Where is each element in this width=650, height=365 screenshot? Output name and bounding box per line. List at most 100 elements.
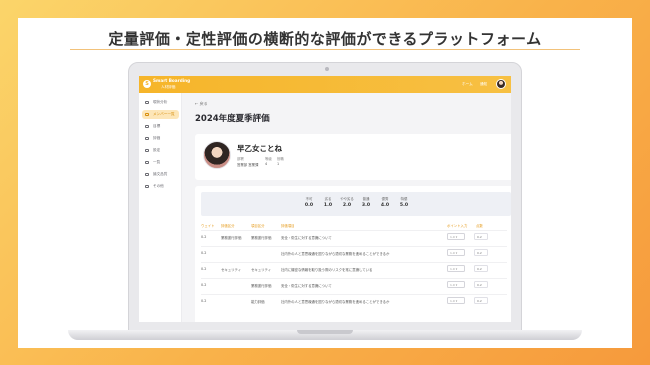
cell-item: 社内外の人と意思疎通を図りながら適切な業務を進めることができるか <box>281 300 390 304</box>
select-value: 1.0 <box>450 235 455 239</box>
table-row: 0.2 セキュリティ セキュリティ 社内に機密な情報を取り扱う際のリスクを常に意… <box>201 262 507 275</box>
scale-item: 不可 0.0 <box>300 196 318 208</box>
select-value: 1.0 <box>450 283 455 287</box>
table-row: 0.2 社内外の人と意思疎通を図りながら適切な業務を進めることができるか 1.0… <box>201 246 507 259</box>
scale-value: 3.0 <box>361 203 371 208</box>
evaluation-card: 不可 0.0 劣る 1.0 やや劣る 2.0 普通 3.0 優秀 4.0 特優 5.0 ウェ… <box>195 186 511 322</box>
table-row: 0.2 能力評価 社内外の人と意思疎通を図りながら適切な業務を進めることができる… <box>201 294 507 307</box>
meta-value-grade: 4 <box>265 162 268 166</box>
column-header-weight: ウェイト <box>201 224 215 228</box>
cell-item: 安全・衛生に対する意識について <box>281 284 332 288</box>
headline: 定量評価・定性評価の横断的な評価ができるプラットフォーム <box>108 30 542 48</box>
score-value: 0.2 <box>477 299 482 303</box>
cell-subcategory: セキュリティ <box>251 268 272 272</box>
point-select[interactable]: 1.0 ▾ <box>447 265 465 272</box>
scale-item: 優秀 4.0 <box>376 196 394 208</box>
sidebar-item-quality[interactable]: 論文品質 <box>142 170 179 179</box>
scale-label: やや劣る <box>340 197 354 201</box>
cell-category: 業務遂行評価 <box>221 236 242 240</box>
scale-label: 優秀 <box>381 197 389 201</box>
table-row: 0.2 業務遂行評価 安全・衛生に対する意識について 1.0 ▾ 0.2 <box>201 278 507 291</box>
page-title: 2024年度夏季評価 <box>195 114 270 124</box>
rating-scale: 不可 0.0 劣る 1.0 やや劣る 2.0 普通 3.0 優秀 4.0 特優 5.0 <box>201 192 511 216</box>
laptop-notch <box>297 330 353 334</box>
sidebar-item-goals[interactable]: 目標 <box>142 122 179 131</box>
app-header: S Smart Boarding 人材評価 ホーム 通知 <box>139 76 511 93</box>
column-header-point-input: ポイント入力 <box>447 224 468 228</box>
cell-weight: 0.2 <box>201 251 207 255</box>
clipboard-icon <box>145 137 149 140</box>
cell-subcategory: 業務遂行評価 <box>251 284 272 288</box>
chart-icon <box>145 101 149 104</box>
document-icon <box>145 173 149 176</box>
score-field: 0.2 <box>474 297 488 304</box>
sidebar-item-label: 設定 <box>153 148 161 152</box>
scale-value: 5.0 <box>399 203 409 208</box>
select-value: 1.0 <box>450 267 455 271</box>
sidebar-item-label: 目標 <box>153 124 161 128</box>
scale-value: 1.0 <box>323 203 333 208</box>
brand-subtitle: 人材評価 <box>161 85 176 89</box>
scale-item: 特優 5.0 <box>395 196 413 208</box>
point-select[interactable]: 1.0 ▾ <box>447 249 465 256</box>
sidebar-item-list[interactable]: 一覧 <box>142 158 179 167</box>
scale-item: やや劣る 2.0 <box>338 196 356 208</box>
app-screen: S Smart Boarding 人材評価 ホーム 通知 現状分析 メンバー一覧… <box>139 76 511 322</box>
brand-logo-icon[interactable]: S <box>143 80 151 88</box>
brand-name[interactable]: Smart Boarding <box>153 78 190 83</box>
meta-label-dept: 部署 <box>237 157 244 161</box>
scale-label: 特優 <box>400 197 408 201</box>
more-icon <box>145 185 149 188</box>
meta-label-grade: 等級 <box>265 157 272 161</box>
sidebar-item-label: 一覧 <box>153 160 161 164</box>
scale-value: 0.0 <box>304 203 314 208</box>
sidebar-item-other[interactable]: その他 <box>142 182 179 191</box>
back-link[interactable]: ← 戻る <box>195 101 208 107</box>
cell-weight: 0.2 <box>201 235 207 239</box>
select-value: 1.0 <box>450 299 455 303</box>
header-link-notify[interactable]: 通知 <box>480 82 487 87</box>
score-field: 0.2 <box>474 265 488 272</box>
cell-subcategory: 業務遂行評価 <box>251 236 272 240</box>
scale-value: 4.0 <box>380 203 390 208</box>
cell-weight: 0.2 <box>201 267 207 271</box>
sidebar-item-label: 評価 <box>153 136 161 140</box>
sidebar-item-settings[interactable]: 設定 <box>142 146 179 155</box>
sidebar-item-evaluation[interactable]: 評価 <box>142 134 179 143</box>
users-icon <box>145 113 149 116</box>
scale-label: 普通 <box>362 197 370 201</box>
cell-category: セキュリティ <box>221 268 242 272</box>
profile-avatar <box>203 141 231 169</box>
score-field: 0.2 <box>474 233 488 240</box>
column-header-score: 点数 <box>476 224 483 228</box>
cell-weight: 0.2 <box>201 283 207 287</box>
cell-item: 社内に機密な情報を取り扱う際のリスクを常に意識している <box>281 268 373 272</box>
point-select[interactable]: 1.0 ▾ <box>447 233 465 240</box>
cell-subcategory: 能力評価 <box>251 300 265 304</box>
user-avatar[interactable] <box>496 79 506 89</box>
cell-weight: 0.2 <box>201 299 207 303</box>
table-row: 0.2 業務遂行評価 業務遂行評価 安全・衛生に対する意識について 1.0 ▾ … <box>201 230 507 243</box>
sidebar-item-label: その他 <box>153 184 164 188</box>
point-select[interactable]: 1.0 ▾ <box>447 297 465 304</box>
camera-icon <box>325 67 329 71</box>
scale-label: 不可 <box>305 197 313 201</box>
score-value: 0.2 <box>477 267 482 271</box>
cell-item: 社内外の人と意思疎通を図りながら適切な業務を進めることができるか <box>281 252 390 256</box>
gear-icon <box>145 149 149 152</box>
meta-label-role: 役職 <box>277 157 284 161</box>
column-header-category: 評価区分 <box>221 224 235 228</box>
sidebar-item-label: 論文品質 <box>153 172 168 176</box>
laptop-frame: S Smart Boarding 人材評価 ホーム 通知 現状分析 メンバー一覧… <box>128 62 522 332</box>
profile-card: 早乙女ことね 部署 等級 役職 営業部 営業課 4 1 <box>195 134 511 180</box>
scale-item: 劣る 1.0 <box>319 196 337 208</box>
sidebar-item-members[interactable]: メンバー一覧 <box>142 110 179 119</box>
sidebar-item-analysis[interactable]: 現状分析 <box>142 98 179 107</box>
score-value: 0.2 <box>477 235 482 239</box>
sidebar-item-label: 現状分析 <box>153 100 168 104</box>
point-select[interactable]: 1.0 ▾ <box>447 281 465 288</box>
header-link-home[interactable]: ホーム <box>462 82 473 87</box>
back-label: 戻る <box>199 101 208 106</box>
score-value: 0.2 <box>477 283 482 287</box>
headline-divider <box>70 49 580 50</box>
